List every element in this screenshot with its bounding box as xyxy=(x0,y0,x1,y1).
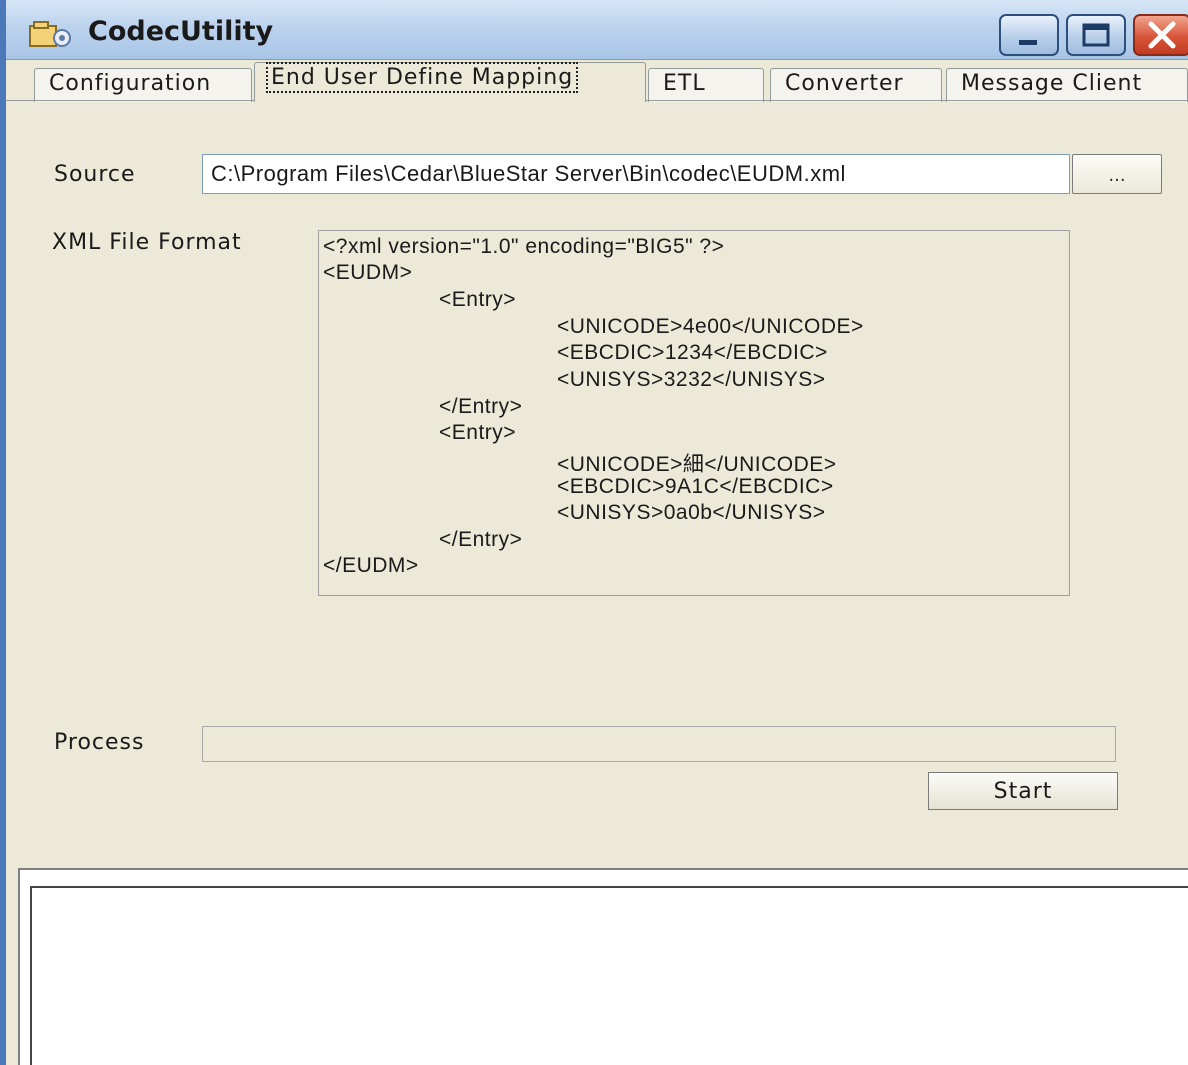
window-title: CodecUtility xyxy=(88,16,274,47)
log-output-area[interactable] xyxy=(18,868,1188,1065)
xml-line: <EBCDIC>1234</EBCDIC> xyxy=(557,341,828,364)
minimize-button[interactable] xyxy=(999,14,1059,56)
log-output-text[interactable] xyxy=(30,886,1188,1065)
source-path-input[interactable]: C:\Program Files\Cedar\BlueStar Server\B… xyxy=(202,154,1070,194)
tab-strip: Configuration End User Define Mapping ET… xyxy=(6,60,1188,102)
xml-line: <EUDM> xyxy=(323,261,413,284)
start-button[interactable]: Start xyxy=(928,772,1118,810)
xml-line: <EBCDIC>9A1C</EBCDIC> xyxy=(557,475,834,498)
tab-end-user-define-mapping[interactable]: End User Define Mapping xyxy=(254,62,646,102)
tab-etl[interactable]: ETL xyxy=(648,68,764,102)
xml-line: </Entry> xyxy=(439,395,523,418)
xml-line: <UNISYS>0a0b</UNISYS> xyxy=(557,501,826,524)
minimize-icon xyxy=(1019,40,1037,45)
maximize-button[interactable] xyxy=(1066,14,1126,56)
source-label: Source xyxy=(54,162,136,187)
process-label: Process xyxy=(54,730,145,755)
tab-converter[interactable]: Converter xyxy=(770,68,942,102)
xml-line: <Entry> xyxy=(439,421,517,444)
process-progress-bar xyxy=(202,726,1116,762)
maximize-icon xyxy=(1082,23,1110,47)
tab-label: ETL xyxy=(663,71,706,96)
title-bar[interactable]: CodecUtility xyxy=(6,0,1188,60)
xml-line: <UNICODE>細</UNICODE> xyxy=(557,453,837,476)
browse-button[interactable]: ... xyxy=(1072,154,1162,194)
codec-utility-window: CodecUtility Configuration End User Defi… xyxy=(0,0,1188,1065)
xml-line: <UNICODE>4e00</UNICODE> xyxy=(557,315,864,338)
tab-label: End User Define Mapping xyxy=(265,62,579,93)
tab-label: Converter xyxy=(785,71,904,96)
xml-format-preview: <?xml version="1.0" encoding="BIG5" ?> <… xyxy=(318,230,1070,596)
xml-line: <?xml version="1.0" encoding="BIG5" ?> xyxy=(323,235,725,258)
close-icon xyxy=(1148,21,1176,49)
xml-line: <Entry> xyxy=(439,288,517,311)
xml-file-format-label: XML File Format xyxy=(52,230,242,255)
tab-label: Message Client xyxy=(961,71,1143,96)
tab-message-client[interactable]: Message Client xyxy=(946,68,1188,102)
tab-label: Configuration xyxy=(49,71,212,96)
app-icon xyxy=(29,21,71,47)
tab-configuration[interactable]: Configuration xyxy=(34,68,252,102)
close-button[interactable] xyxy=(1133,14,1188,56)
xml-line: </EUDM> xyxy=(323,554,419,577)
xml-line: </Entry> xyxy=(439,528,523,551)
xml-line: <UNISYS>3232</UNISYS> xyxy=(557,368,826,391)
